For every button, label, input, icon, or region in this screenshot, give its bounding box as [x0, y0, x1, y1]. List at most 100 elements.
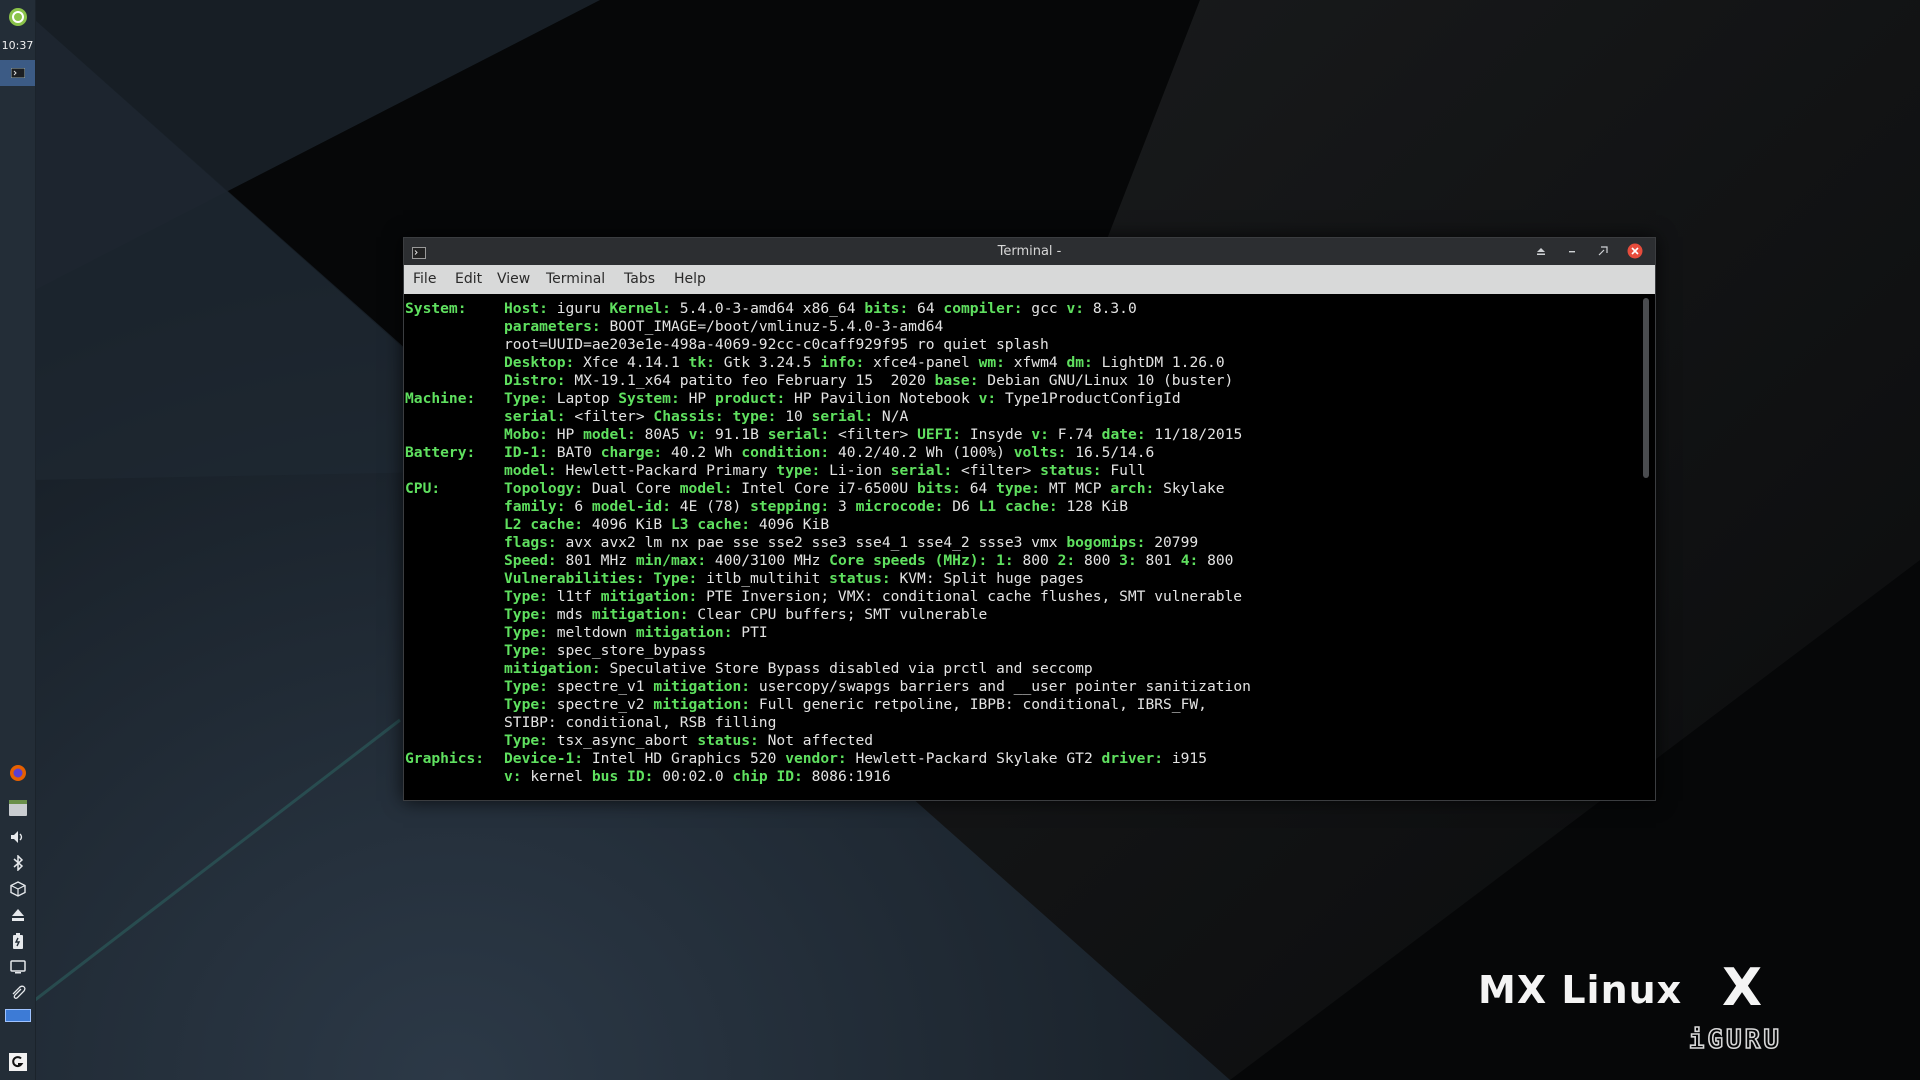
- workspace-switcher[interactable]: [0, 1008, 35, 1022]
- field-key: serial:: [890, 462, 953, 479]
- field-key: v:: [1031, 426, 1049, 443]
- field-value: 5.4.0-3-amd64 x86_64: [679, 300, 856, 317]
- field-value: KVM: Split huge pages: [899, 570, 1084, 587]
- field-value: HP Pavilion Notebook: [794, 390, 970, 407]
- field-value: PTE Inversion; VMX: conditional cache fl…: [706, 588, 1243, 605]
- field-key: vendor:: [785, 750, 847, 767]
- battery-icon[interactable]: [0, 932, 35, 950]
- window-titlebar[interactable]: Terminal -: [404, 238, 1655, 265]
- display-icon[interactable]: [0, 958, 35, 976]
- maximize-button[interactable]: [1594, 242, 1612, 260]
- window-title: Terminal -: [997, 244, 1062, 259]
- volume-icon[interactable]: [0, 828, 35, 846]
- workspace-1-icon[interactable]: [4, 1008, 31, 1022]
- terminal-line: Vulnerabilities: Type: itlb_multihit sta…: [504, 570, 1084, 588]
- menu-help[interactable]: Help: [674, 265, 706, 294]
- mx-linux-logo: MX Linux X iGURU: [1478, 958, 1782, 1055]
- field-key: type:: [996, 480, 1041, 497]
- terminal-line: Type: spectre_v2 mitigation: Full generi…: [504, 696, 1207, 714]
- scrollbar-thumb[interactable]: [1643, 298, 1649, 478]
- field-value: D6: [952, 498, 970, 515]
- menu-tabs[interactable]: Tabs: [624, 265, 655, 294]
- file-manager-icon[interactable]: [0, 798, 35, 818]
- eject-icon[interactable]: [0, 906, 35, 924]
- shade-button[interactable]: [1532, 242, 1550, 260]
- field-value: 800: [1084, 552, 1111, 569]
- close-button[interactable]: [1626, 242, 1644, 260]
- field-value: Intel Core i7-6500U: [741, 480, 909, 497]
- field-key: Core speeds (MHz):: [829, 552, 988, 569]
- terminal-line: root=UUID=ae203e1e-498a-4069-92cc-c0caff…: [504, 336, 1049, 354]
- minimize-icon: [1569, 251, 1575, 253]
- field-key: Type:: [504, 624, 548, 641]
- terminal-line: Distro: MX-19.1_x64 patito feo February …: [504, 372, 1233, 390]
- terminal-task-button[interactable]: [0, 60, 35, 86]
- field-key: mitigation:: [653, 696, 751, 713]
- firefox-icon[interactable]: [0, 762, 35, 784]
- terminal-task-icon: [10, 68, 25, 78]
- field-value: xfwm4: [1013, 354, 1058, 371]
- panel-clock[interactable]: 10:37: [0, 36, 35, 54]
- field-value: PTI: [741, 624, 768, 641]
- menu-file[interactable]: File: [413, 265, 436, 294]
- field-key: UEFI:: [917, 426, 962, 443]
- field-key: status:: [1040, 462, 1102, 479]
- field-key: L3 cache:: [670, 516, 751, 533]
- iguru-watermark: iGURU: [1689, 1025, 1782, 1055]
- whisker-menu-icon[interactable]: [0, 4, 35, 30]
- logout-icon[interactable]: [0, 1051, 35, 1073]
- terminal-line: Type: meltdown mitigation: PTI: [504, 624, 768, 642]
- brand-text: MX Linux: [1478, 968, 1682, 1012]
- field-key: Host:: [504, 300, 548, 317]
- section-label: Battery:: [405, 444, 476, 461]
- terminal-line: Device-1: Intel HD Graphics 520 vendor: …: [504, 750, 1207, 768]
- field-key: System:: [618, 390, 680, 407]
- field-key: parameters:: [504, 318, 601, 335]
- field-value: STIBP: conditional, RSB filling: [504, 714, 777, 731]
- field-value: Laptop: [556, 390, 610, 407]
- field-key: Type:: [504, 606, 548, 623]
- field-value: usercopy/swapgs barriers and __user poin…: [758, 678, 1251, 695]
- field-key: model-id:: [591, 498, 671, 515]
- field-key: Type:: [504, 678, 548, 695]
- field-value: xfce4-panel: [873, 354, 970, 371]
- field-key: Type:: [504, 390, 548, 407]
- minimize-button[interactable]: [1563, 242, 1581, 260]
- field-value: N/A: [881, 408, 909, 425]
- bluetooth-icon[interactable]: [0, 854, 35, 872]
- terminal-line: mitigation: Speculative Store Bypass dis…: [504, 660, 1093, 678]
- package-updater-icon[interactable]: [0, 880, 35, 898]
- terminal-scrollbar[interactable]: [1641, 298, 1651, 796]
- field-value: l1tf: [556, 588, 592, 605]
- terminal-line: parameters: BOOT_IMAGE=/boot/vmlinuz-5.4…: [504, 318, 943, 336]
- field-key: status:: [829, 570, 891, 587]
- field-value: Hewlett-Packard Skylake GT2: [855, 750, 1093, 767]
- field-value: spec_store_bypass: [556, 642, 707, 659]
- menu-terminal[interactable]: Terminal: [546, 265, 605, 294]
- menu-edit[interactable]: Edit: [455, 265, 482, 294]
- field-value: Gtk 3.24.5: [723, 354, 812, 371]
- terminal-window[interactable]: Terminal - File Edit View Terminal Tabs …: [403, 237, 1656, 801]
- field-value: 801 MHz: [565, 552, 628, 569]
- field-value: 128 KiB: [1066, 498, 1128, 515]
- field-key: bus ID:: [591, 768, 654, 785]
- field-value: 4096 KiB: [591, 516, 663, 533]
- field-key: serial:: [767, 426, 830, 443]
- terminal-line: v: kernel bus ID: 00:02.0 chip ID: 8086:…: [504, 768, 891, 786]
- field-key: Distro:: [504, 372, 566, 389]
- field-value: 64: [917, 300, 935, 317]
- field-key: ID-1:: [504, 444, 548, 461]
- field-key: microcode:: [855, 498, 944, 515]
- field-value: spectre_v2: [556, 696, 645, 713]
- clipboard-icon[interactable]: [0, 984, 35, 1002]
- terminal-output[interactable]: System: Host: iguru Kernel: 5.4.0-3-amd64…: [404, 294, 1639, 800]
- menu-view[interactable]: View: [497, 265, 530, 294]
- field-key: 2:: [1057, 552, 1076, 569]
- field-value: 64: [969, 480, 988, 497]
- field-key: mitigation:: [504, 660, 601, 677]
- field-key: driver:: [1101, 750, 1164, 767]
- field-key: tk:: [688, 354, 715, 371]
- terminal-line: Type: mds mitigation: Clear CPU buffers;…: [504, 606, 987, 624]
- field-key: Type:: [504, 696, 548, 713]
- field-value: 3: [837, 498, 847, 515]
